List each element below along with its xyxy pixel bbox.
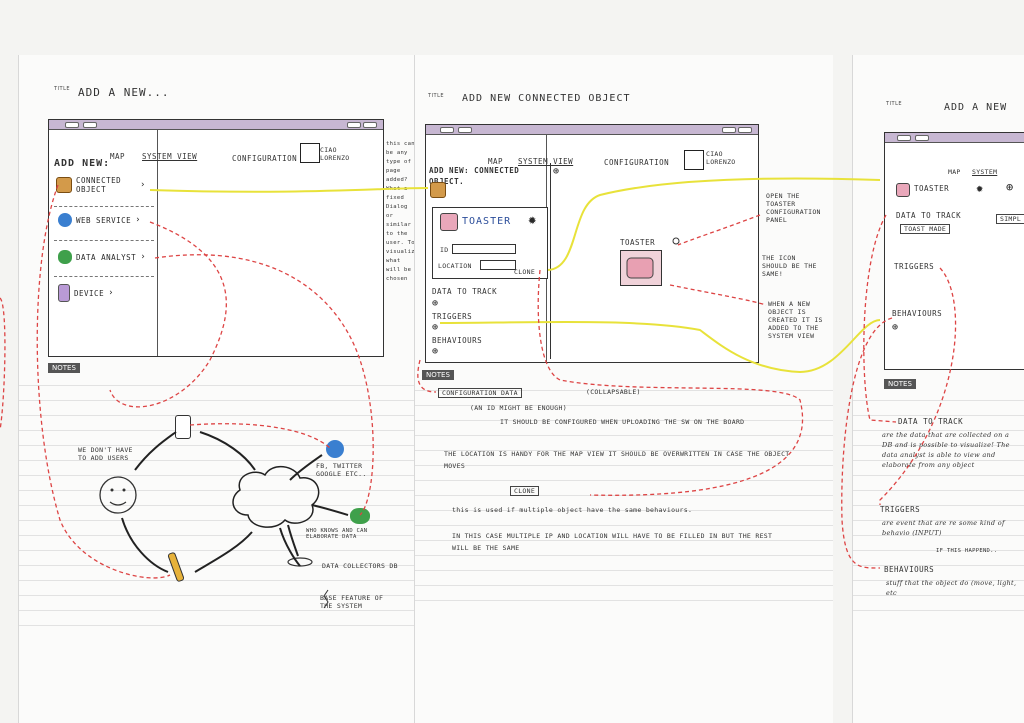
sketch-connectors xyxy=(0,177,957,609)
